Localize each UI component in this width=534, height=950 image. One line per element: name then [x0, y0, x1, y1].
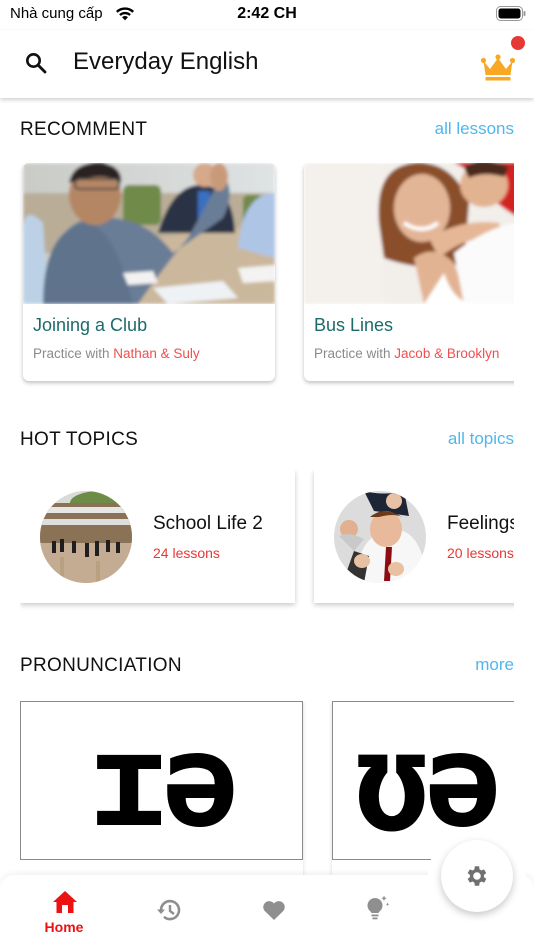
- lesson-card[interactable]: Bus Lines Practice with Jacob & Brooklyn: [304, 163, 514, 381]
- topic-title: School Life 2: [153, 513, 263, 534]
- hot-topics-title: HOT TOPICS: [20, 429, 139, 450]
- lightbulb-icon: [367, 895, 390, 920]
- practice-prefix: Practice with: [33, 346, 110, 361]
- battery-icon: [496, 6, 526, 21]
- topic-card[interactable]: School Life 2 24 lessons: [20, 470, 295, 603]
- excited-man-photo: [334, 491, 426, 583]
- app-bar: Everyday English: [0, 30, 534, 98]
- lesson-card[interactable]: Joining a Club Practice with Nathan & Su…: [23, 163, 275, 381]
- settings-icon: [467, 866, 487, 886]
- phoneme-box: ɪə: [20, 701, 303, 860]
- all-topics-link[interactable]: all topics: [448, 429, 514, 449]
- nav-favorites[interactable]: [233, 875, 313, 950]
- hot-topics-carousel[interactable]: School Life 2 24 lessons Feelings 20 les…: [20, 470, 514, 615]
- recommend-carousel[interactable]: Joining a Club Practice with Nathan & Su…: [0, 163, 514, 393]
- heart-icon: [263, 901, 285, 920]
- school-photo: [40, 491, 132, 583]
- crown-icon: [480, 54, 516, 81]
- recommend-title: RECOMMENT: [20, 119, 148, 140]
- nav-home-label: Home: [44, 919, 84, 935]
- pronunciation-header: PRONUNCIATION more: [20, 655, 514, 679]
- hot-topics-header: HOT TOPICS all topics: [20, 429, 514, 453]
- status-time: 2:42 CH: [237, 5, 297, 22]
- practice-names: Jacob & Brooklyn: [394, 346, 500, 361]
- history-icon: [157, 899, 181, 921]
- recommend-header: RECOMMENT all lessons: [20, 119, 514, 143]
- home-screen: Nhà cung cấp 2:42 CH Everyday English RE…: [0, 0, 534, 950]
- practice-names: Nathan & Suly: [113, 346, 200, 361]
- app-title: Everyday English: [73, 48, 259, 75]
- nav-tips[interactable]: [336, 875, 416, 950]
- lesson-subtitle: Practice with Nathan & Suly: [33, 346, 200, 361]
- lesson-title: Bus Lines: [314, 315, 394, 335]
- status-bar: Nhà cung cấp 2:42 CH: [0, 0, 534, 30]
- classroom-photo: [23, 163, 275, 304]
- topic-lesson-count: 24 lessons: [153, 545, 220, 561]
- pronunciation-title: PRONUNCIATION: [20, 655, 182, 676]
- settings-button[interactable]: [441, 840, 513, 912]
- phoneme-symbol: ɪə: [90, 707, 238, 856]
- home-icon: [53, 891, 77, 913]
- family-photo: [304, 163, 514, 304]
- topic-card[interactable]: Feelings 20 lessons: [314, 470, 514, 603]
- nav-home[interactable]: Home: [24, 875, 104, 950]
- practice-prefix: Practice with: [314, 346, 391, 361]
- nav-history[interactable]: [128, 875, 208, 950]
- lesson-title: Joining a Club: [33, 315, 148, 335]
- topic-lesson-count: 20 lessons: [447, 545, 514, 561]
- notification-dot: [511, 36, 525, 50]
- lesson-subtitle: Practice with Jacob & Brooklyn: [314, 346, 499, 361]
- search-icon[interactable]: [24, 51, 48, 75]
- all-lessons-link[interactable]: all lessons: [435, 119, 514, 139]
- topic-title: Feelings: [447, 513, 514, 534]
- premium-button[interactable]: [478, 36, 526, 81]
- pronunciation-card[interactable]: ɪə: [20, 701, 303, 901]
- more-link[interactable]: more: [475, 655, 514, 675]
